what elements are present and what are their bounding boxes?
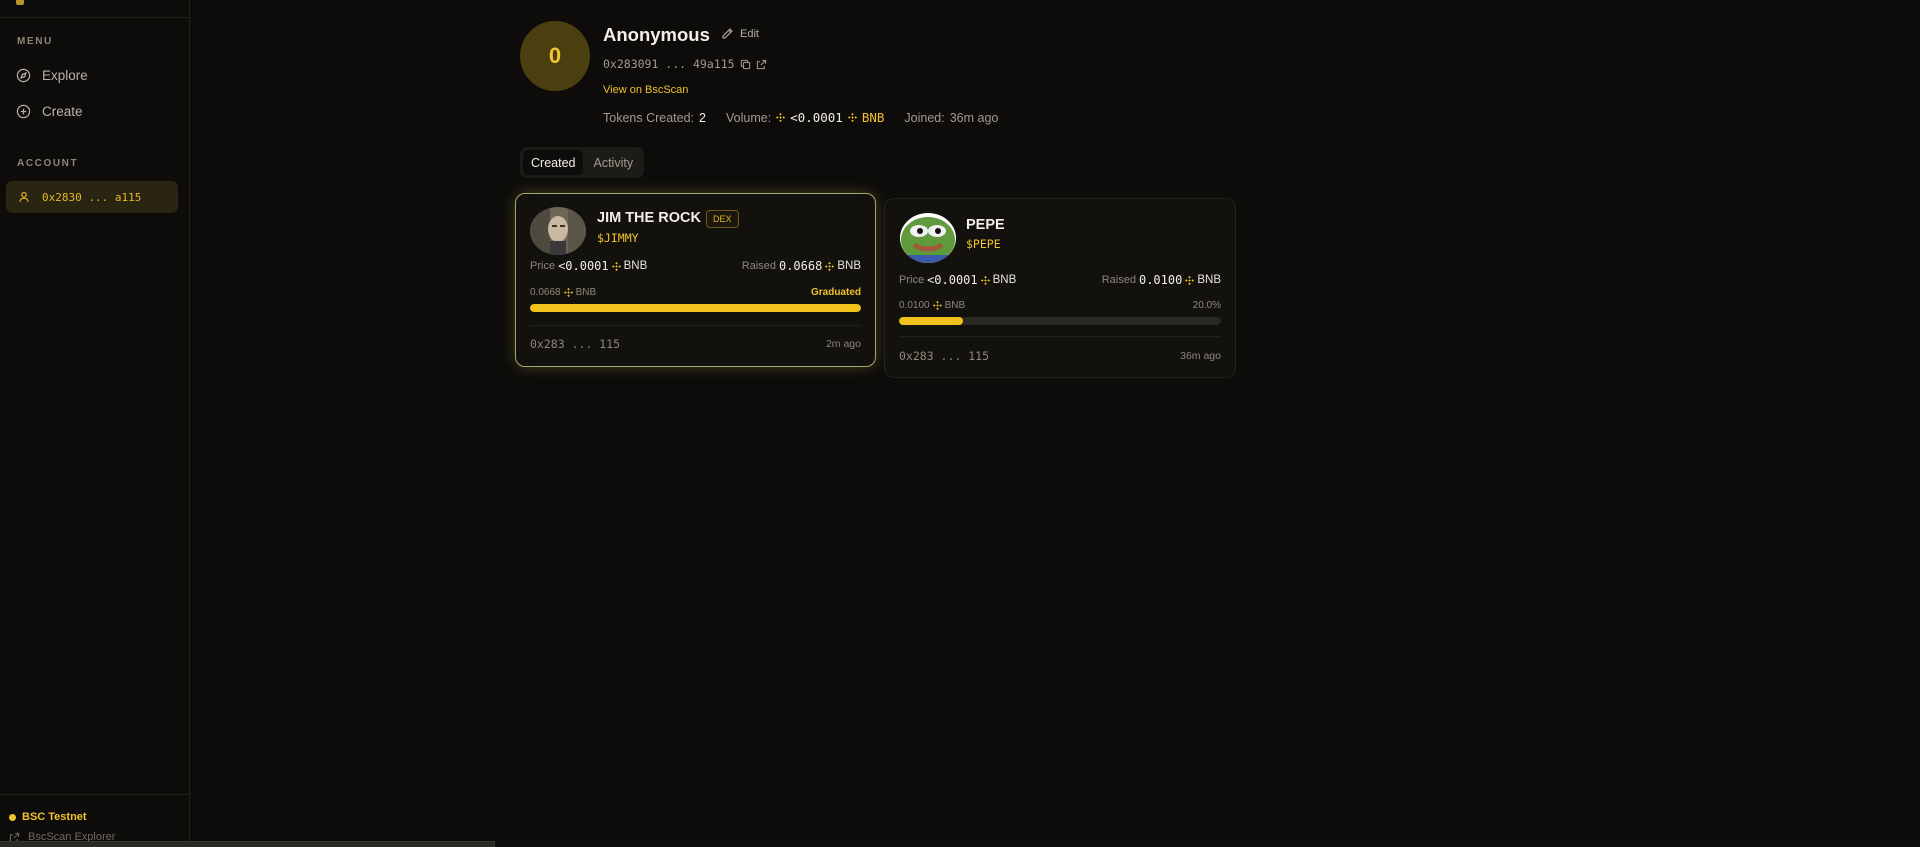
card-footer: 0x283 ... 115 2m ago — [530, 337, 861, 351]
profile-tabs: Created Activity — [520, 147, 645, 178]
progress-amount-unit: BNB — [944, 300, 966, 311]
bnb-icon — [563, 288, 573, 297]
price-label: Price — [530, 260, 556, 272]
bnb-icon — [980, 275, 990, 285]
progress-fill — [530, 304, 861, 312]
progress-amount-value: 0.0100 — [899, 300, 930, 311]
compass-icon — [16, 68, 31, 83]
logo-icon — [16, 0, 24, 5]
progress-labels: 0.0668 BNB Graduated — [530, 287, 861, 298]
card-divider — [899, 336, 1221, 337]
price-unit: BNB — [623, 260, 648, 272]
sidebar-item-account[interactable]: 0x2830 ... a115 — [6, 181, 178, 213]
progress-amount: 0.0668 BNB — [530, 287, 596, 298]
tab-activity[interactable]: Activity — [585, 150, 641, 175]
status-dot-icon — [9, 813, 16, 821]
network-indicator[interactable]: BSC Testnet — [9, 811, 87, 823]
wallet-address: 0x283091 ... 49a115 — [603, 57, 735, 71]
price-value: <0.0001 — [558, 259, 609, 273]
raised-metric: Raised 0.0100 BNB — [1102, 273, 1221, 287]
token-name: PEPE — [966, 217, 1005, 233]
sidebar-item-label: Explore — [42, 68, 88, 83]
price-label: Price — [899, 274, 925, 286]
created-age: 36m ago — [1180, 350, 1221, 362]
raised-value: 0.0100 — [1138, 273, 1183, 287]
progress-amount-unit: BNB — [575, 287, 597, 298]
browser-status-bar — [0, 841, 495, 847]
price-unit: BNB — [992, 274, 1017, 286]
network-label: BSC Testnet — [22, 811, 87, 823]
created-age: 2m ago — [825, 338, 861, 350]
token-metrics: Price <0.0001 BNB Raised 0.0668 BNB — [530, 259, 861, 273]
token-card-jimmy[interactable]: JIM THE ROCK DEX $JIMMY Price <0.0001 BN… — [515, 193, 876, 367]
profile-avatar: 0 — [520, 21, 590, 91]
user-icon — [19, 191, 29, 202]
dex-badge: DEX — [706, 210, 739, 228]
plus-circle-icon — [16, 104, 31, 119]
menu-section-label: MENU — [17, 36, 53, 47]
raised-unit: BNB — [1197, 274, 1221, 286]
bnb-icon — [1185, 275, 1195, 285]
progress-fill — [899, 317, 964, 325]
bonding-progress-bar — [530, 304, 861, 312]
price-value: <0.0001 — [927, 273, 978, 287]
token-ticker: $JIMMY — [597, 231, 639, 245]
progress-labels: 0.0100 BNB 20.0% — [899, 300, 1221, 311]
raised-metric: Raised 0.0668 BNB — [742, 259, 861, 273]
bnb-icon — [932, 301, 942, 310]
price-metric: Price <0.0001 BNB — [530, 259, 647, 273]
sidebar-item-explore[interactable]: Explore — [16, 68, 88, 83]
progress-status: 20.0% — [1192, 300, 1221, 311]
sidebar: MENU Explore Create ACCOUNT 0x2830 ... a… — [0, 0, 190, 847]
creator-address[interactable]: 0x283 ... 115 — [899, 349, 989, 363]
tab-created[interactable]: Created — [523, 150, 584, 175]
volume-value: <0.0001 — [790, 110, 843, 125]
avatar-text: 0 — [548, 43, 562, 68]
pencil-icon — [722, 28, 733, 39]
price-metric: Price <0.0001 BNB — [899, 273, 1016, 287]
sidebar-item-create[interactable]: Create — [16, 104, 83, 119]
volume-unit: BNB — [861, 110, 885, 125]
bnb-icon — [825, 261, 835, 271]
raised-unit: BNB — [837, 260, 861, 272]
card-divider — [530, 325, 861, 326]
progress-status: Graduated — [810, 287, 861, 298]
progress-amount: 0.0100 BNB — [899, 300, 965, 311]
token-avatar — [900, 213, 956, 263]
bonding-progress-bar — [899, 317, 1221, 325]
copy-icon[interactable] — [740, 59, 751, 70]
token-avatar — [530, 207, 586, 255]
profile-name: Anonymous — [603, 24, 710, 45]
creator-address[interactable]: 0x283 ... 115 — [530, 337, 620, 351]
wallet-address-row: 0x283091 ... 49a115 — [603, 57, 767, 71]
bnb-icon — [611, 261, 621, 271]
token-name: JIM THE ROCK — [597, 210, 701, 226]
token-ticker: $PEPE — [966, 237, 1001, 251]
joined-label: Joined: — [904, 110, 945, 125]
raised-label: Raised — [1101, 274, 1136, 286]
raised-label: Raised — [741, 260, 776, 272]
progress-amount-value: 0.0668 — [530, 287, 561, 298]
profile-stats: Tokens Created: 2 Volume: <0.0001 BNB Jo… — [603, 110, 998, 125]
card-footer: 0x283 ... 115 36m ago — [899, 349, 1221, 363]
bnb-icon — [776, 113, 786, 122]
view-on-bscscan-link[interactable]: View on BscScan — [603, 84, 688, 96]
tokens-created-value: 2 — [699, 110, 706, 125]
tokens-created-label: Tokens Created: — [603, 110, 695, 125]
token-card-pepe[interactable]: PEPE $PEPE Price <0.0001 BNB Raised 0.01… — [884, 198, 1236, 378]
account-section-label: ACCOUNT — [17, 158, 79, 169]
volume-label: Volume: — [725, 110, 772, 125]
sidebar-header — [0, 0, 189, 18]
token-metrics: Price <0.0001 BNB Raised 0.0100 BNB — [899, 273, 1221, 287]
sidebar-footer: BSC Testnet BscScan Explorer — [0, 794, 190, 847]
edit-profile-button[interactable]: Edit — [721, 27, 759, 40]
sidebar-item-label: Create — [42, 104, 83, 119]
raised-value: 0.0668 — [778, 259, 823, 273]
edit-label: Edit — [740, 27, 759, 40]
account-address: 0x2830 ... a115 — [42, 190, 142, 204]
bnb-icon — [847, 113, 857, 122]
joined-value: 36m ago — [949, 110, 999, 125]
external-link-icon[interactable] — [756, 59, 767, 70]
